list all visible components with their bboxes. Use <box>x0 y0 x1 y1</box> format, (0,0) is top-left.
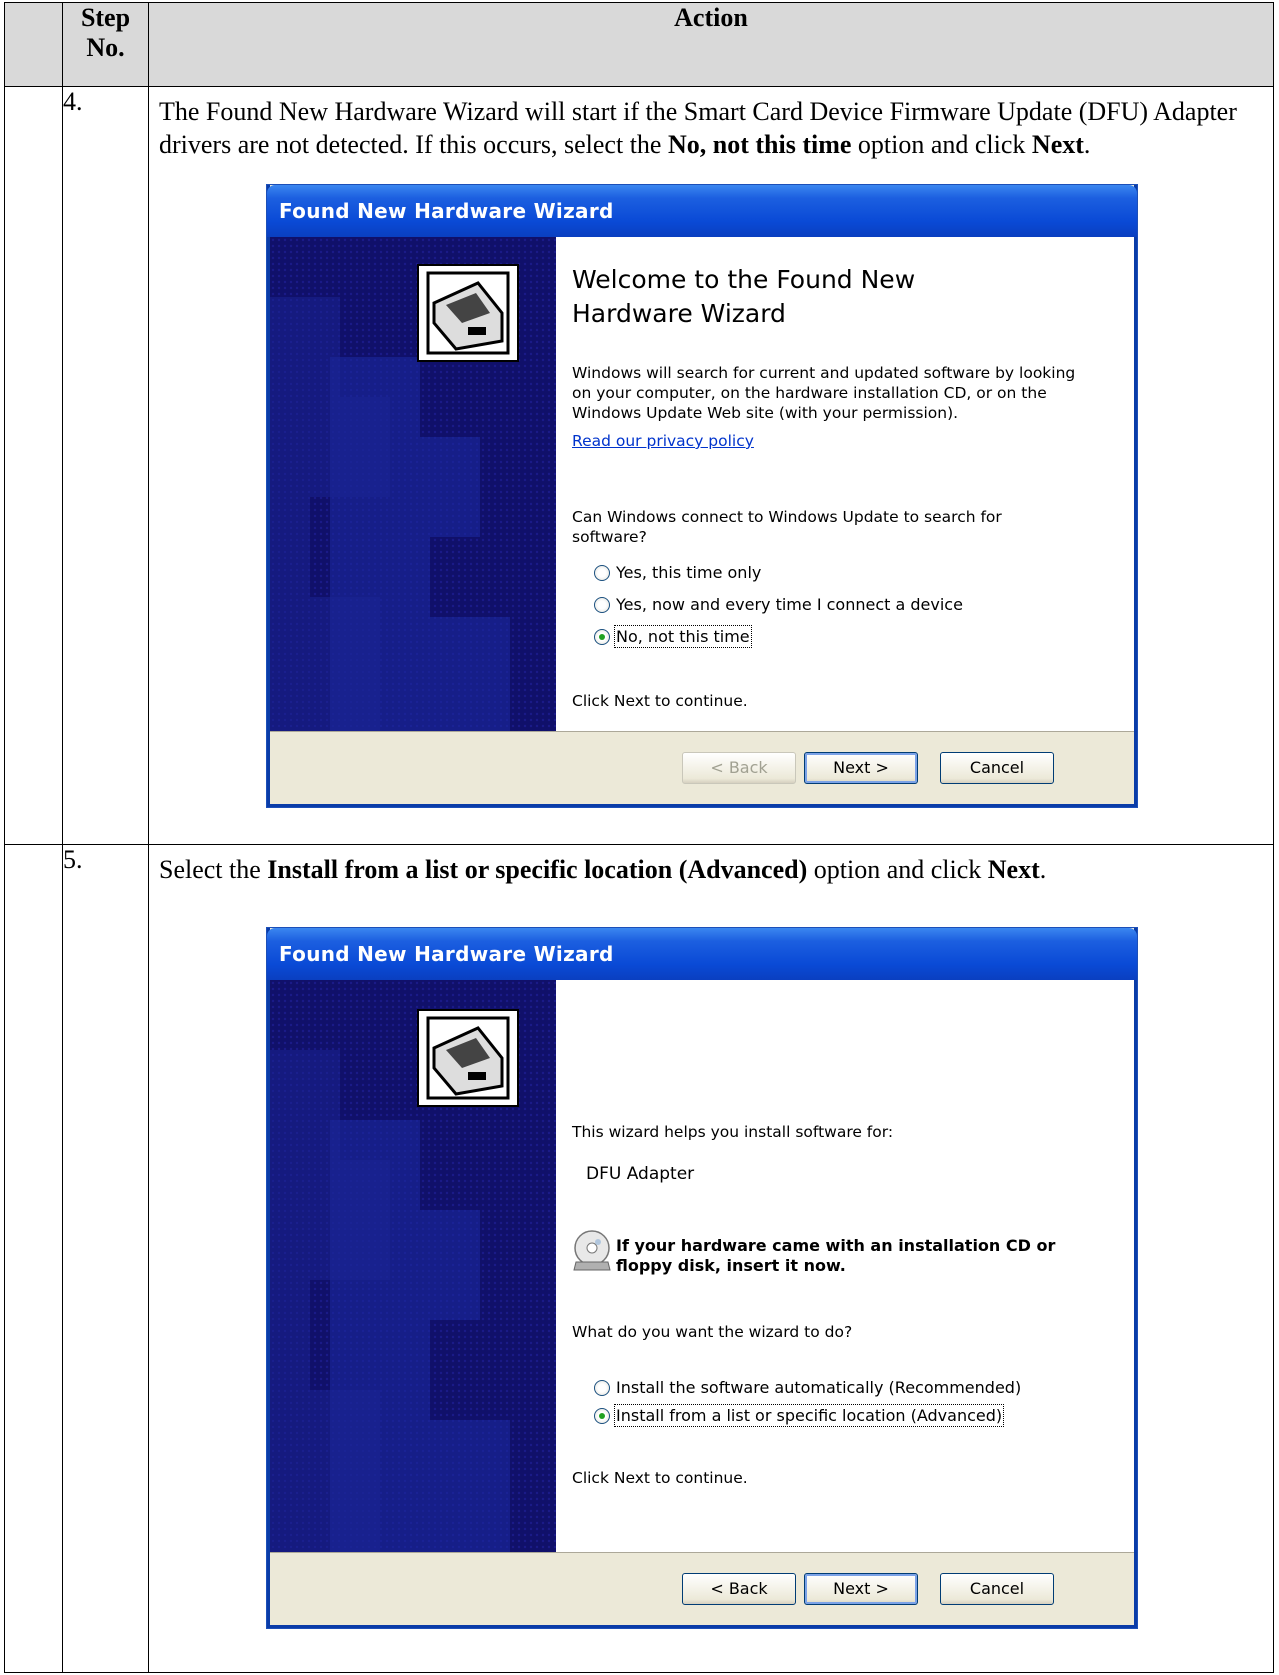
wizard-side-graphic <box>270 980 556 1552</box>
step-instruction: The Found New Hardware Wizard will start… <box>149 87 1273 161</box>
hardware-icon <box>416 1008 520 1108</box>
instruction-text-run: No, not this time <box>667 130 852 159</box>
instruction-text-run: Install from a list or specific location… <box>267 855 808 884</box>
step-instruction: Select the Install from a list or specif… <box>149 845 1273 886</box>
blank-header-cell <box>4 2 63 87</box>
radio-install-automatically[interactable]: Install the software automatically (Reco… <box>594 1378 1021 1397</box>
radio-yes-every-time[interactable]: Yes, now and every time I connect a devi… <box>594 595 963 614</box>
hardware-icon <box>416 263 520 363</box>
dialog-footer: < Back Next > Cancel <box>270 731 1134 804</box>
dialog-title: Found New Hardware Wizard <box>267 928 1137 980</box>
step-row-5: 5. Select the Install from a list or spe… <box>4 844 1274 1673</box>
next-button[interactable]: Next > <box>804 752 918 784</box>
radio-selected-icon[interactable] <box>594 1407 610 1424</box>
radio-no-not-this-time[interactable]: No, not this time <box>594 625 752 648</box>
radio-button-icon[interactable] <box>594 564 610 581</box>
radio-yes-this-time[interactable]: Yes, this time only <box>594 563 761 582</box>
radio-selected-icon[interactable] <box>594 628 610 645</box>
dialog-footer: < Back Next > Cancel <box>270 1552 1134 1625</box>
instruction-text-run: option and click <box>807 855 988 884</box>
cd-instruction: If your hardware came with an installati… <box>616 1236 1056 1275</box>
instruction-text-run: . <box>1039 855 1047 884</box>
intro-text: Windows will search for current and upda… <box>572 364 1076 422</box>
instruction-text-run: Next <box>987 855 1040 884</box>
instruction-text-run: . <box>1083 130 1091 159</box>
back-button[interactable]: < Back <box>682 1573 796 1605</box>
action-cell: Select the Install from a list or specif… <box>148 844 1274 1673</box>
step-number: 4. <box>62 86 149 845</box>
continue-text: Click Next to continue. <box>572 692 748 710</box>
step-row-4: 4. The Found New Hardware Wizard will st… <box>4 86 1274 845</box>
radio-button-icon[interactable] <box>594 1379 610 1396</box>
blank-cell <box>4 86 63 845</box>
step-no-header: Step No. <box>62 2 149 87</box>
action-header: Action <box>148 2 1274 87</box>
instruction-text-run: Select the <box>159 855 268 884</box>
header-row: Step No. Action <box>4 2 1274 87</box>
radio-install-from-list[interactable]: Install from a list or specific location… <box>594 1404 1005 1427</box>
cd-icon <box>572 1228 612 1276</box>
wizard-side-graphic <box>270 237 556 731</box>
instruction-text-run: option and click <box>851 130 1032 159</box>
next-button[interactable]: Next > <box>804 1573 918 1605</box>
wizard-dialog: Found New Hardware Wizard <box>267 185 1137 807</box>
wizard-content: Welcome to the Found New Hardware Wizard… <box>556 237 1134 731</box>
action-cell: The Found New Hardware Wizard will start… <box>148 86 1274 845</box>
privacy-policy-link[interactable]: Read our privacy policy <box>572 431 754 451</box>
update-question: Can Windows connect to Windows Update to… <box>572 508 1002 546</box>
continue-text: Click Next to continue. <box>572 1469 748 1487</box>
wizard-question: What do you want the wizard to do? <box>572 1323 853 1341</box>
procedure-table: Step No. Action 4. The Found New Hardwar… <box>4 2 1274 1673</box>
welcome-title: Welcome to the Found New Hardware Wizard <box>572 265 916 328</box>
wizard-dialog: Found New Hardware Wizard <box>267 928 1137 1628</box>
step-number: 5. <box>62 844 149 1673</box>
back-button[interactable]: < Back <box>682 752 796 784</box>
cancel-button[interactable]: Cancel <box>940 1573 1054 1605</box>
device-name: DFU Adapter <box>586 1164 695 1184</box>
dialog-title: Found New Hardware Wizard <box>267 185 1137 237</box>
instruction-text-run: Next <box>1031 130 1084 159</box>
cancel-button[interactable]: Cancel <box>940 752 1054 784</box>
intro-text: This wizard helps you install software f… <box>572 1123 894 1141</box>
wizard-content: This wizard helps you install software f… <box>556 980 1134 1552</box>
blank-cell <box>4 844 63 1673</box>
radio-button-icon[interactable] <box>594 596 610 613</box>
